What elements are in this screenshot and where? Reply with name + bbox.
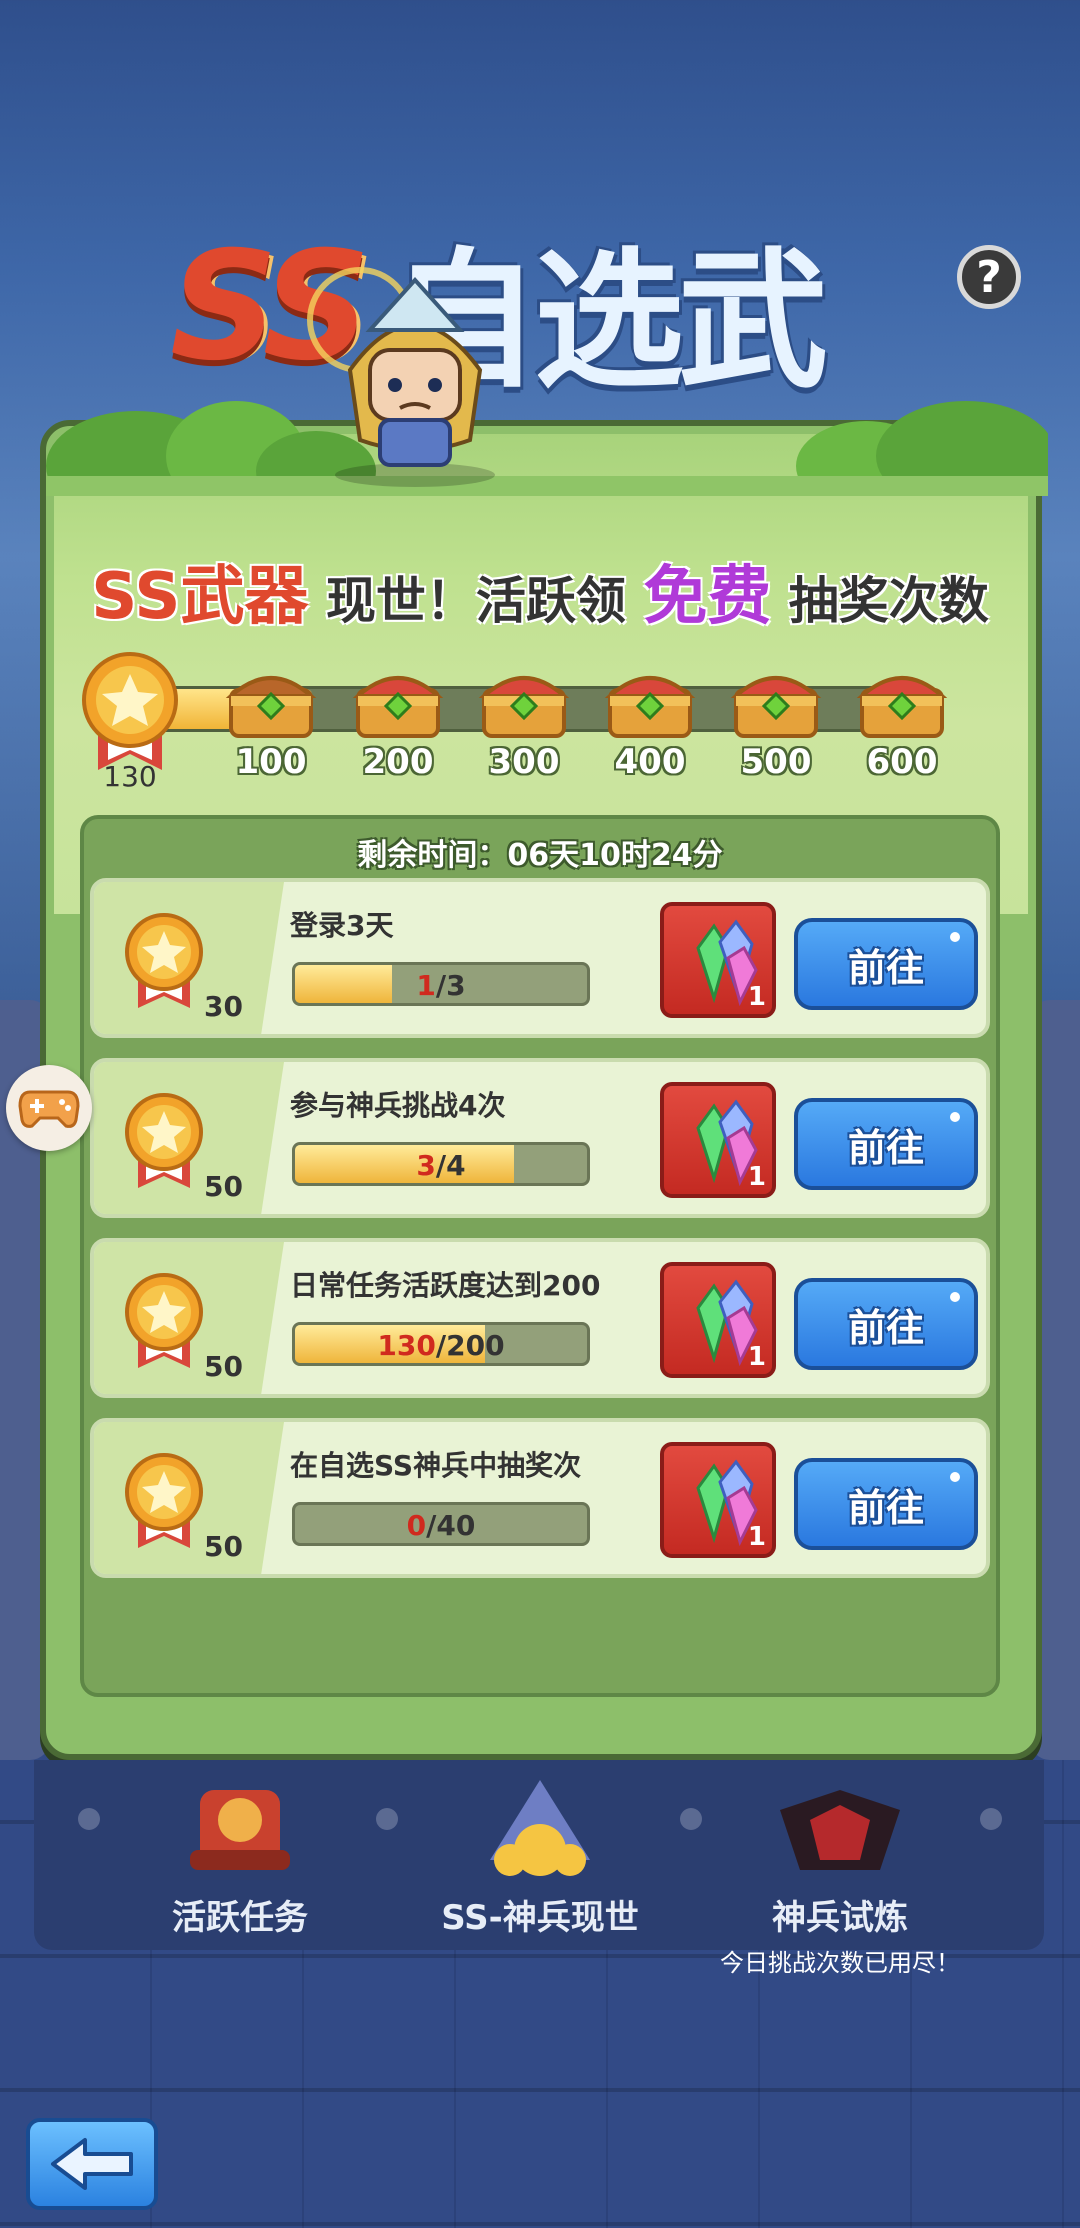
headline-free: 免费 [643, 560, 772, 634]
task-points: 50 [204, 1350, 243, 1383]
milestone-label: 400 [614, 742, 686, 782]
milestone-label: 300 [488, 742, 560, 782]
bushes-decoration [46, 401, 1048, 496]
weapon-trial-art [780, 1790, 900, 1870]
mode-label: 活跃任务 [172, 1898, 308, 1938]
mode-dot [78, 1808, 100, 1830]
task-row: 50 日常任务活跃度达到200 130/200 1 前往 [90, 1238, 990, 1398]
help-button[interactable]: ? [957, 245, 1021, 309]
task-progress-total: /3 [435, 969, 466, 1002]
star-medal-icon [125, 1453, 203, 1548]
back-arrow-icon [51, 2138, 133, 2190]
treasure-chest-icon[interactable] [730, 660, 822, 740]
mode-dot [980, 1808, 1002, 1830]
task-points: 30 [204, 990, 243, 1023]
treasure-chest-icon[interactable] [352, 660, 444, 740]
reward-count: 1 [747, 1522, 766, 1552]
star-medal-icon [82, 652, 178, 770]
reward-count: 1 [747, 982, 766, 1012]
task-progress-bar: 3/4 [292, 1142, 590, 1186]
milestone-label: 200 [362, 742, 434, 782]
task-progress-text: 0/40 [295, 1509, 587, 1542]
task-progress-bar: 0/40 [292, 1502, 590, 1546]
task-progress-current: 1 [416, 969, 436, 1002]
gamepad-floating-button[interactable] [6, 1065, 92, 1151]
reward-item[interactable]: 1 [660, 1082, 776, 1198]
treasure-chest-icon[interactable] [604, 660, 696, 740]
headline-draws: 抽奖次数 [788, 572, 989, 630]
question-icon: ? [976, 251, 1002, 303]
reward-item[interactable]: 1 [660, 902, 776, 1018]
event-title-logo: SS 自选武器 [160, 190, 920, 626]
star-medal-icon [125, 913, 203, 1008]
task-title: 日常任务活跃度达到200 [290, 1269, 601, 1302]
event-headline: SS武器 现世！活跃领 免费 抽奖次数 [0, 545, 1080, 637]
task-row: 50 在自选SS神兵中抽奖次 0/40 1 前往 [90, 1418, 990, 1578]
go-button[interactable]: 前往 [794, 1098, 978, 1190]
task-points: 50 [204, 1530, 243, 1563]
task-row: 30 登录3天 1/3 1 前往 [90, 878, 990, 1038]
hero-character [307, 267, 495, 487]
go-button[interactable]: 前往 [794, 1278, 978, 1370]
mode-ss-weapon[interactable]: SS-神兵现世 [420, 1770, 660, 1939]
mode-active-task[interactable]: 活跃任务 [120, 1770, 360, 1939]
task-progress-text: 1/3 [295, 969, 587, 1002]
milestone-label: 500 [740, 742, 812, 782]
mode-label: SS-神兵现世 [441, 1898, 639, 1938]
reward-count: 1 [747, 1162, 766, 1192]
mode-weapon-trial[interactable]: 神兵试炼 今日挑战次数已用尽！ [720, 1770, 960, 1978]
treasure-chest-icon[interactable] [225, 660, 317, 740]
mode-dot [376, 1808, 398, 1830]
treasure-chest-icon[interactable] [478, 660, 570, 740]
ss-weapon-art [490, 1780, 590, 1876]
milestone-label: 600 [866, 742, 938, 782]
mode-status: 今日挑战次数已用尽！ [720, 1949, 960, 1977]
task-progress-current: 3 [416, 1149, 436, 1182]
go-button[interactable]: 前往 [794, 1458, 978, 1550]
treasure-chest-icon[interactable] [856, 660, 948, 740]
reward-count: 1 [747, 1342, 766, 1372]
go-button[interactable]: 前往 [794, 918, 978, 1010]
reward-item[interactable]: 1 [660, 1442, 776, 1558]
remaining-time: 剩余时间：06天10时24分 [357, 838, 723, 873]
headline-appear: 现世！活跃领 [325, 572, 626, 630]
task-progress-total: /40 [426, 1509, 476, 1542]
task-progress-text: 130/200 [295, 1329, 587, 1362]
task-progress-total: /4 [435, 1149, 466, 1182]
star-medal-icon [125, 1093, 203, 1188]
task-title: 登录3天 [290, 909, 394, 942]
back-button[interactable] [26, 2118, 158, 2210]
mode-dot [680, 1808, 702, 1830]
task-points: 50 [204, 1170, 243, 1203]
current-activity-points: 130 [103, 760, 157, 793]
milestone-label: 100 [235, 742, 307, 782]
task-title: 参与神兵挑战4次 [290, 1089, 506, 1122]
task-progress-current: 130 [377, 1329, 436, 1362]
task-progress-bar: 1/3 [292, 962, 590, 1006]
task-title: 在自选SS神兵中抽奖次 [290, 1449, 582, 1482]
reward-item[interactable]: 1 [660, 1262, 776, 1378]
active-task-art [190, 1790, 290, 1870]
task-row: 50 参与神兵挑战4次 3/4 1 前往 [90, 1058, 990, 1218]
star-medal-icon [125, 1273, 203, 1368]
task-progress-bar: 130/200 [292, 1322, 590, 1366]
task-progress-total: /200 [435, 1329, 505, 1362]
headline-ss-weapon: SS武器 [91, 560, 309, 634]
mode-label: 神兵试炼 [772, 1898, 908, 1938]
task-progress-text: 3/4 [295, 1149, 587, 1182]
task-progress-current: 0 [406, 1509, 427, 1542]
gamepad-icon [18, 1090, 80, 1128]
